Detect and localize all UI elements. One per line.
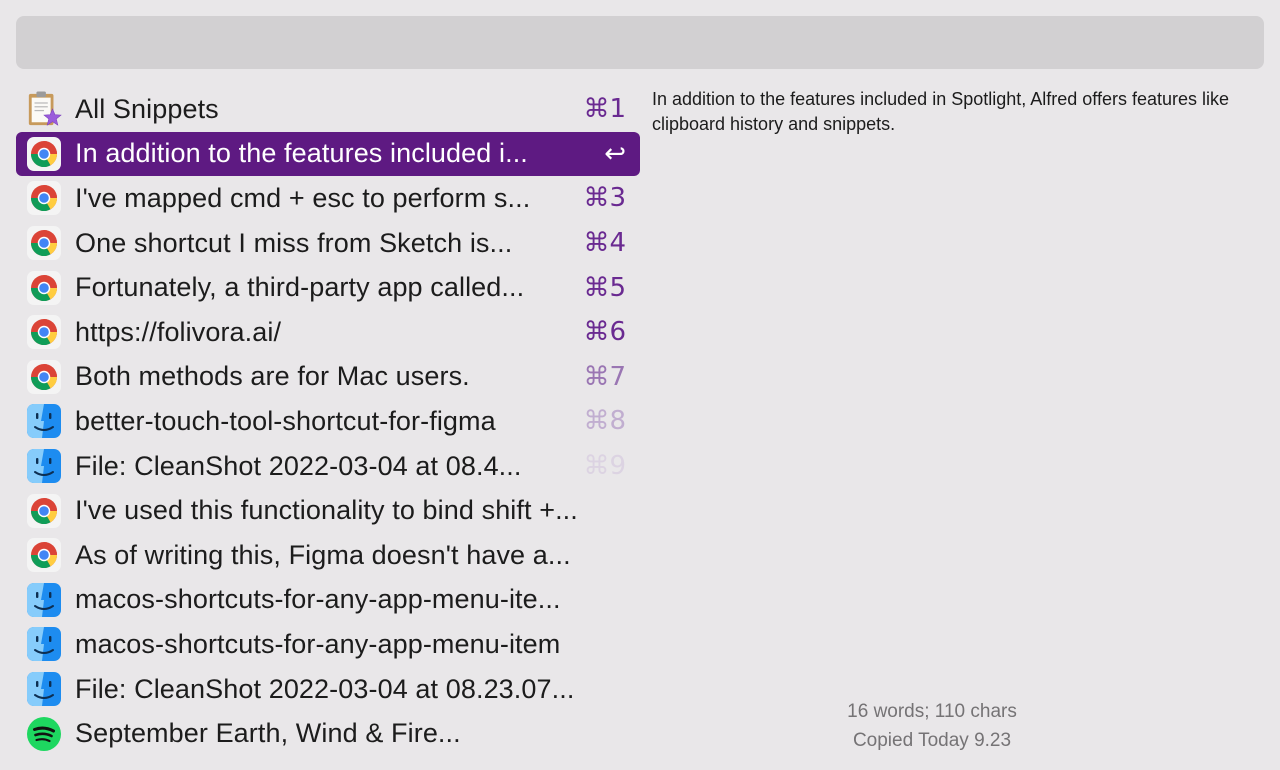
result-row[interactable]: File: CleanShot 2022-03-04 at 08.23.07..…: [16, 667, 640, 712]
finder-icon: [26, 403, 62, 439]
shortcut-hint: ⌘7: [583, 361, 626, 392]
search-bar[interactable]: [16, 16, 1264, 71]
shortcut-hint: ⌘4: [583, 228, 626, 259]
word-char-count: 16 words; 110 chars: [847, 701, 1017, 722]
clipboard-history-window: All Snippets ⌘1 In addition to the featur…: [0, 0, 1280, 770]
shortcut-hint: ⌘5: [583, 272, 626, 303]
result-label: One shortcut I miss from Sketch is...: [75, 227, 513, 258]
copied-timestamp: Copied Today 9.23: [852, 730, 1012, 751]
finder-icon: [26, 626, 62, 662]
clipboard-star-icon: [26, 91, 62, 127]
result-row[interactable]: One shortcut I miss from Sketch is... ⌘4: [16, 221, 640, 266]
result-label: File: CleanShot 2022-03-04 at 08.23.07..…: [75, 673, 575, 704]
finder-icon: [26, 671, 62, 707]
result-label: As of writing this, Figma doesn't have a…: [75, 539, 571, 570]
result-row[interactable]: macos-shortcuts-for-any-app-menu-ite...: [16, 578, 640, 623]
shortcut-hint: ⌘6: [583, 317, 626, 348]
result-label: I've mapped cmd + esc to perform s...: [75, 182, 531, 213]
finder-icon: [26, 448, 62, 484]
spotify-icon: [26, 716, 62, 752]
result-row[interactable]: All Snippets ⌘1: [16, 87, 640, 132]
shortcut-hint: ⌘3: [583, 183, 626, 214]
chrome-icon: [26, 270, 62, 306]
result-row[interactable]: Fortunately, a third-party app called...…: [16, 265, 640, 310]
result-label: I've used this functionality to bind shi…: [75, 495, 578, 526]
result-row-selected[interactable]: In addition to the features included i..…: [16, 131, 640, 177]
result-label: In addition to the features included i..…: [75, 138, 528, 169]
chrome-icon: [26, 225, 62, 261]
result-row[interactable]: September Earth, Wind & Fire...: [16, 711, 640, 756]
shortcut-hint: ⌘8: [583, 406, 626, 437]
result-row[interactable]: better-touch-tool-shortcut-for-figma ⌘8: [16, 399, 640, 444]
chrome-icon: [26, 359, 62, 395]
result-label: September Earth, Wind & Fire...: [75, 718, 461, 749]
results-list: All Snippets ⌘1 In addition to the featur…: [16, 87, 640, 756]
result-row[interactable]: macos-shortcuts-for-any-app-menu-item: [16, 622, 640, 667]
chrome-icon: [26, 537, 62, 573]
result-row[interactable]: Both methods are for Mac users. ⌘7: [16, 355, 640, 400]
result-label: better-touch-tool-shortcut-for-figma: [75, 405, 496, 436]
result-label: Fortunately, a third-party app called...: [75, 272, 525, 303]
clip-info: 16 words; 110 chars Copied Today 9.23: [652, 697, 1212, 755]
chrome-icon: [26, 136, 62, 172]
result-label: macos-shortcuts-for-any-app-menu-ite...: [75, 584, 561, 615]
result-label: All Snippets: [75, 93, 219, 124]
result-row[interactable]: https://folivora.ai/ ⌘6: [16, 310, 640, 355]
shortcut-hint: ⌘1: [583, 94, 626, 125]
preview-text: In addition to the features included in …: [652, 89, 1230, 134]
search-input[interactable]: [32, 16, 1252, 71]
result-label: File: CleanShot 2022-03-04 at 08.4...: [75, 450, 522, 481]
result-row[interactable]: I've mapped cmd + esc to perform s... ⌘3: [16, 176, 640, 221]
preview-pane: In addition to the features included in …: [652, 87, 1252, 137]
result-label: macos-shortcuts-for-any-app-menu-item: [75, 628, 561, 659]
result-label: Both methods are for Mac users.: [75, 361, 470, 392]
shortcut-hint: ⌘9: [583, 451, 626, 482]
finder-icon: [26, 582, 62, 618]
chrome-icon: [26, 180, 62, 216]
result-row[interactable]: As of writing this, Figma doesn't have a…: [16, 533, 640, 578]
result-row[interactable]: File: CleanShot 2022-03-04 at 08.4... ⌘9: [16, 444, 640, 489]
chrome-icon: [26, 493, 62, 529]
chrome-icon: [26, 314, 62, 350]
result-row[interactable]: I've used this functionality to bind shi…: [16, 488, 640, 533]
result-label: https://folivora.ai/: [75, 316, 282, 347]
enter-key-hint: ↩: [604, 138, 626, 169]
